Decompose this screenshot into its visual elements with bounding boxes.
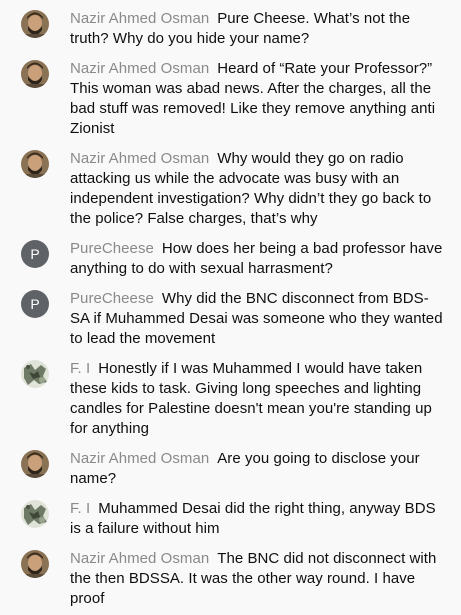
message-body: Nazir Ahmed Osman The BNC did not disconn… (70, 549, 443, 609)
message-body: Nazir Ahmed Osman Are you going to disclo… (70, 449, 443, 489)
fi-avatar-photo[interactable] (21, 500, 49, 528)
chat-message: Nazir Ahmed Osman Pure Cheese. What’s not… (0, 10, 461, 50)
author-name[interactable]: Nazir Ahmed Osman (70, 150, 209, 167)
chat-message: Nazir Ahmed Osman The BNC did not disconn… (0, 550, 461, 610)
purecheese-avatar[interactable]: P (21, 240, 49, 268)
chat-message: P PureCheese How does her being a bad pro… (0, 240, 461, 280)
message-body: F. I Muhammed Desai did the right thing, … (70, 499, 443, 539)
message-body: Nazir Ahmed Osman Heard of “Rate your Pro… (70, 59, 443, 139)
nazir-avatar-photo[interactable] (21, 60, 49, 88)
nazir-avatar-photo[interactable] (21, 550, 49, 578)
author-name[interactable]: PureCheese (70, 290, 154, 307)
live-chat-message-list: Nazir Ahmed Osman Pure Cheese. What’s not… (0, 0, 461, 615)
chat-message: F. I Muhammed Desai did the right thing, … (0, 500, 461, 540)
message-body: Nazir Ahmed Osman Why would they go on ra… (70, 149, 443, 229)
chat-message: P PureCheese Why did the BNC disconnect f… (0, 290, 461, 350)
author-name[interactable]: Nazir Ahmed Osman (70, 10, 209, 27)
author-name[interactable]: F. I (70, 360, 90, 377)
nazir-avatar-photo[interactable] (21, 450, 49, 478)
message-body: PureCheese Why did the BNC disconnect fro… (70, 289, 443, 349)
chat-message: Nazir Ahmed Osman Heard of “Rate your Pro… (0, 60, 461, 140)
avatar-letter: P (30, 296, 40, 312)
message-body: Nazir Ahmed Osman Pure Cheese. What’s not… (70, 9, 443, 49)
author-name[interactable]: PureCheese (70, 240, 154, 257)
avatar-letter: P (30, 246, 40, 262)
author-name[interactable]: F. I (70, 500, 90, 517)
author-name[interactable]: Nazir Ahmed Osman (70, 550, 209, 567)
nazir-avatar-photo[interactable] (21, 150, 49, 178)
fi-avatar-photo[interactable] (21, 360, 49, 388)
message-text: Muhammed Desai did the right thing, anyw… (70, 500, 436, 537)
chat-message: Nazir Ahmed Osman Why would they go on ra… (0, 150, 461, 230)
purecheese-avatar[interactable]: P (21, 290, 49, 318)
nazir-avatar-photo[interactable] (21, 10, 49, 38)
message-text: Honestly if I was Muhammed I would have … (70, 360, 432, 437)
message-body: F. I Honestly if I was Muhammed I would h… (70, 359, 443, 439)
chat-message: F. I Honestly if I was Muhammed I would h… (0, 360, 461, 440)
author-name[interactable]: Nazir Ahmed Osman (70, 450, 209, 467)
message-body: PureCheese How does her being a bad profe… (70, 239, 443, 279)
chat-message: Nazir Ahmed Osman Are you going to disclo… (0, 450, 461, 490)
author-name[interactable]: Nazir Ahmed Osman (70, 60, 209, 77)
